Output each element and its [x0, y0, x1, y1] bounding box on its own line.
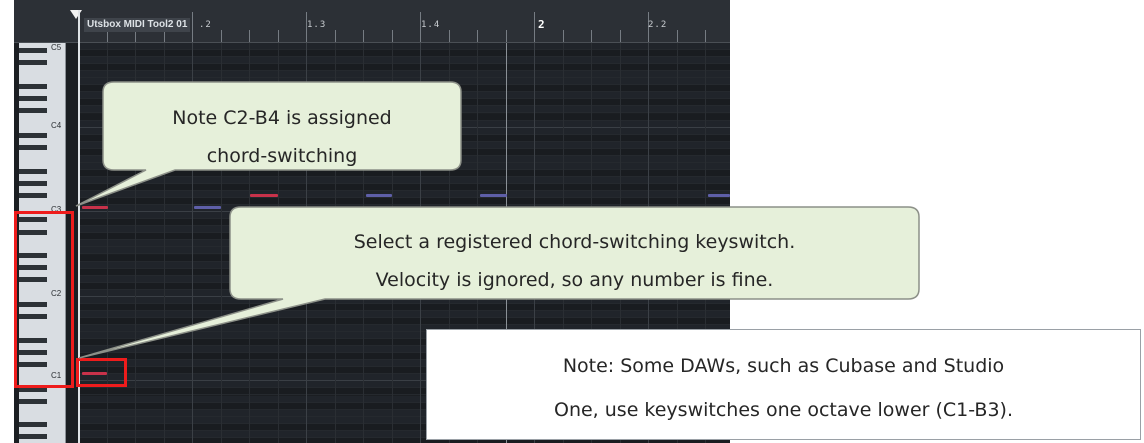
callout-top-line2: chord-switching — [206, 145, 358, 167]
callout-middle-line2: Velocity is ignored, so any number is fi… — [375, 269, 774, 291]
callout-top-line1: Note C2-B4 is assigned — [172, 107, 392, 129]
note-box-line2: One, use keyswitches one octave lower (C… — [553, 399, 1013, 421]
note-box-line1: Note: Some DAWs, such as Cubase and Stud… — [562, 355, 1005, 377]
callout-middle-text: Select a registered chord-switching keys… — [230, 223, 919, 299]
daw-note-box: Note: Some DAWs, such as Cubase and Stud… — [426, 329, 1141, 440]
callout-top-text: Note C2-B4 is assigned chord-switching — [103, 99, 461, 175]
callout-middle-line1: Select a registered chord-switching keys… — [353, 231, 796, 253]
